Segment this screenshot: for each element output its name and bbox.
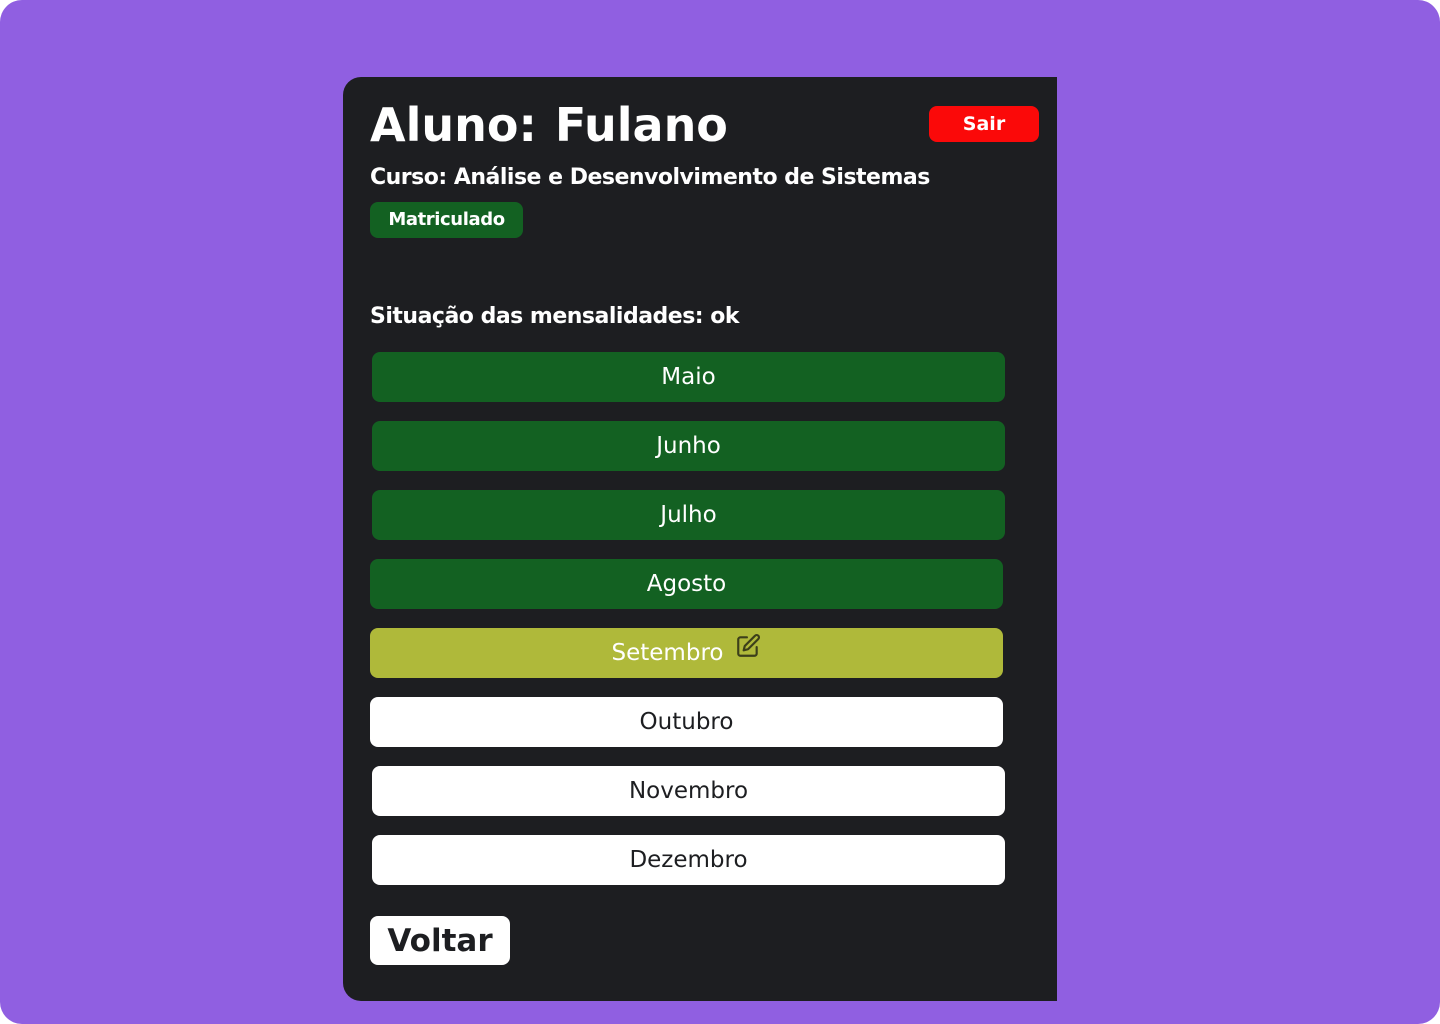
month-button-setembro[interactable]: Setembro [370,628,1003,678]
back-button[interactable]: Voltar [370,916,510,965]
month-button-dezembro[interactable]: Dezembro [372,835,1005,885]
month-label: Maio [661,364,716,390]
month-button-maio[interactable]: Maio [372,352,1005,402]
month-button-agosto[interactable]: Agosto [370,559,1003,609]
month-button-novembro[interactable]: Novembro [372,766,1005,816]
course-name: Curso: Análise e Desenvolvimento de Sist… [370,165,930,190]
month-button-julho[interactable]: Julho [372,490,1005,540]
page-background: Aluno: Fulano Sair Curso: Análise e Desen… [0,0,1440,1024]
status-badge: Matriculado [370,202,523,238]
month-button-junho[interactable]: Junho [372,421,1005,471]
edit-icon[interactable] [735,627,761,677]
month-label: Julho [660,502,717,528]
student-panel: Aluno: Fulano Sair Curso: Análise e Desen… [343,77,1057,1001]
month-label: Agosto [646,571,727,597]
payments-status-heading: Situação das mensalidades: ok [370,304,740,329]
title-label: Aluno: [370,98,537,152]
student-name: Fulano [554,98,728,152]
month-label: Setembro [611,640,724,666]
logout-button[interactable]: Sair [929,106,1039,142]
month-label: Dezembro [629,847,748,873]
month-label: Outubro [639,709,734,735]
page-title: Aluno: Fulano [370,95,728,155]
month-button-outubro[interactable]: Outubro [370,697,1003,747]
month-label: Junho [656,433,721,459]
month-label: Novembro [628,778,749,804]
